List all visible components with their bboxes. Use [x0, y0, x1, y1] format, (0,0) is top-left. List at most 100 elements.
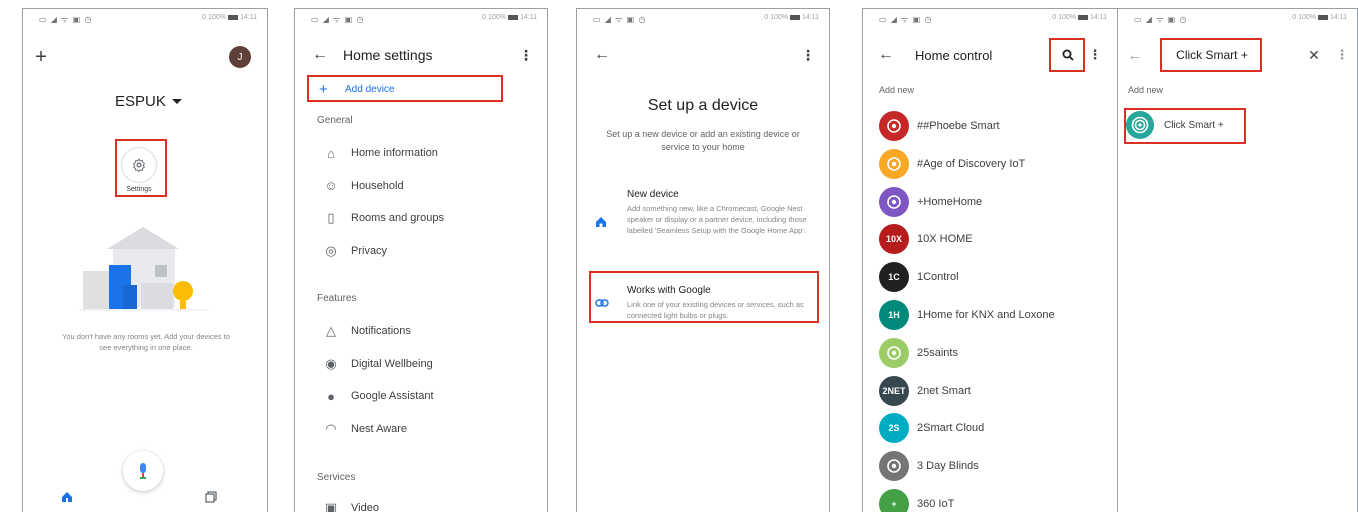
- brand-item[interactable]: +360 IoT: [863, 486, 1117, 512]
- new-device-desc: Add something new, like a Chromecast, Go…: [627, 204, 807, 235]
- settings-item-label: Privacy: [351, 244, 388, 257]
- brand-name: 1Home for KNX and Loxone: [917, 309, 1055, 321]
- status-right: 0 100% 14:11: [1052, 14, 1107, 21]
- brand-item[interactable]: 3 Day Blinds: [863, 448, 1117, 484]
- settings-item-nest[interactable]: ◠ Nest Aware: [295, 413, 547, 445]
- more-vert-icon[interactable]: ⋮: [519, 45, 533, 65]
- door-icon: ▯: [327, 210, 335, 225]
- page-title: Set up a device: [647, 97, 759, 114]
- status-icons: ▭ ◢ ᯤ ▣ ◷: [39, 15, 93, 24]
- brand-logo-icon: 10X: [879, 224, 909, 255]
- settings-item-label: Video: [351, 502, 379, 512]
- brand-logo-icon: 1C: [879, 262, 909, 293]
- back-arrow-icon[interactable]: ←: [591, 45, 613, 65]
- brand-item[interactable]: ##Phoebe Smart: [863, 108, 1117, 144]
- settings-item-bell[interactable]: △ Notifications: [295, 315, 547, 347]
- brand-name: 3 Day Blinds: [917, 460, 979, 473]
- brand-logo-icon: 2NET: [879, 375, 909, 406]
- status-right: 0 100% 14:11: [764, 14, 819, 21]
- back-arrow-icon[interactable]: ←: [875, 45, 897, 65]
- more-vert-icon[interactable]: ⋮: [801, 45, 815, 65]
- settings-item-video[interactable]: ▣ Video: [295, 492, 547, 512]
- settings-item-label: Home information: [351, 147, 438, 159]
- brand-item[interactable]: 2NET 2net Smart: [863, 373, 1117, 409]
- brand-item[interactable]: 25saints: [863, 335, 1117, 371]
- home-name: ESPUK: [115, 93, 166, 110]
- brand-logo-icon: 1H: [879, 300, 909, 330]
- status-bar: ▭ ◢ ᯤ ▣ ◷ 0 100% 14:11: [863, 9, 1117, 29]
- avatar[interactable]: J: [229, 46, 251, 68]
- brand-name: 2Smart Cloud: [917, 422, 985, 435]
- brand-logo-icon: [879, 148, 909, 179]
- features-header: Features: [317, 293, 357, 304]
- home-outline-icon: ⌂: [327, 145, 335, 161]
- settings-item-label: Digital Wellbeing: [351, 357, 433, 370]
- home-tab-icon[interactable]: [57, 487, 77, 507]
- brand-item[interactable]: 10X 10X HOME: [863, 221, 1117, 257]
- feed-tab-icon[interactable]: [201, 487, 221, 507]
- brand-logo-icon: [879, 186, 909, 217]
- microphone-icon: [140, 463, 146, 479]
- status-icons: ▭ ◢ ᯤ ▣ ◷: [311, 15, 365, 24]
- brand-name: ##Phoebe Smart: [917, 120, 1000, 132]
- brand-name: 10X HOME: [917, 233, 973, 246]
- status-bar: ▭ ◢ ᯤ ▣ ◷ 0 100% 14:11: [23, 9, 267, 29]
- highlight-works-with-google: [589, 271, 819, 323]
- video-icon: ▣: [324, 500, 338, 512]
- highlight-settings: [115, 139, 167, 197]
- settings-item-people[interactable]: ☺ Household: [295, 170, 547, 202]
- brand-name: +HomeHome: [917, 195, 983, 208]
- home-selector[interactable]: ESPUK: [115, 93, 182, 110]
- settings-item-label: Google Assistant: [351, 390, 434, 402]
- settings-item-door[interactable]: ▯ Rooms and groups: [295, 202, 547, 234]
- panel-home-control: ▭ ◢ ᯤ ▣ ◷ 0 100% 14:11 ← Home control ⋮ A…: [862, 8, 1118, 512]
- highlight-add-device: [307, 75, 503, 102]
- panel-home-settings: ▭ ◢ ᯤ ▣ ◷ 0 100% 14:11 ← Home settings ⋮ …: [294, 8, 548, 512]
- brand-item[interactable]: 1C 1Control: [863, 259, 1117, 295]
- microphone-button[interactable]: [123, 451, 163, 491]
- empty-state-text: You don't have any rooms yet. Add your d…: [62, 332, 230, 352]
- settings-item-label: Rooms and groups: [351, 212, 444, 224]
- brand-name: 360 IoT: [917, 498, 955, 510]
- settings-item-wellbeing[interactable]: ◉ Digital Wellbeing: [295, 348, 547, 380]
- settings-item-label: Household: [351, 179, 404, 192]
- status-right: 0 100% 14:11: [1292, 14, 1347, 21]
- settings-item-home-outline[interactable]: ⌂ Home information: [295, 137, 547, 169]
- new-device-option[interactable]: New device Add something new, like a Chr…: [591, 187, 817, 259]
- page-title: Home settings: [343, 47, 433, 63]
- house-illustration: [79, 227, 209, 311]
- brand-logo-icon: +: [879, 489, 909, 512]
- shield-icon: ◎: [325, 242, 337, 258]
- brand-logo-icon: 2S: [879, 413, 909, 444]
- status-icons: ▭ ◢ ᯤ ▣ ◷: [1134, 15, 1188, 24]
- more-vert-icon[interactable]: ⋮: [1336, 45, 1349, 65]
- page-title: Home control: [915, 48, 993, 63]
- home-icon: [595, 215, 607, 233]
- assistant-icon: ●: [327, 388, 335, 404]
- more-vert-icon[interactable]: ⋮: [1089, 45, 1102, 65]
- add-new-header: Add new: [879, 85, 915, 95]
- brand-name: 1Control: [917, 271, 959, 284]
- brand-name: 25saints: [917, 346, 958, 359]
- status-icons: ▭ ◢ ᯤ ▣ ◷: [593, 15, 647, 24]
- brand-item[interactable]: 1H 1Home for KNX and Loxone: [863, 297, 1117, 333]
- brand-item[interactable]: 2S 2Smart Cloud: [863, 410, 1117, 446]
- services-header: Services: [317, 472, 356, 483]
- highlight-search-input: [1160, 38, 1262, 72]
- brand-logo-icon: [879, 111, 909, 141]
- back-arrow-icon[interactable]: ←: [309, 45, 331, 65]
- settings-item-label: Nest Aware: [351, 422, 408, 435]
- close-icon[interactable]: ✕: [1304, 45, 1324, 65]
- brand-logo-icon: [879, 451, 909, 482]
- brand-item[interactable]: +HomeHome: [863, 184, 1117, 220]
- brand-item[interactable]: #Age of Discovery IoT: [863, 146, 1117, 182]
- brand-name: 2net Smart: [917, 384, 971, 397]
- status-icons: ▭ ◢ ᯤ ▣ ◷: [879, 15, 933, 24]
- brand-logo-icon: [879, 337, 909, 368]
- settings-item-shield[interactable]: ◎ Privacy: [295, 235, 547, 267]
- add-button[interactable]: +: [29, 45, 53, 69]
- wellbeing-icon: ◉: [325, 355, 337, 371]
- new-device-title: New device: [627, 189, 679, 200]
- back-arrow-icon[interactable]: ←: [1124, 45, 1146, 65]
- settings-item-assistant[interactable]: ● Google Assistant: [295, 380, 547, 412]
